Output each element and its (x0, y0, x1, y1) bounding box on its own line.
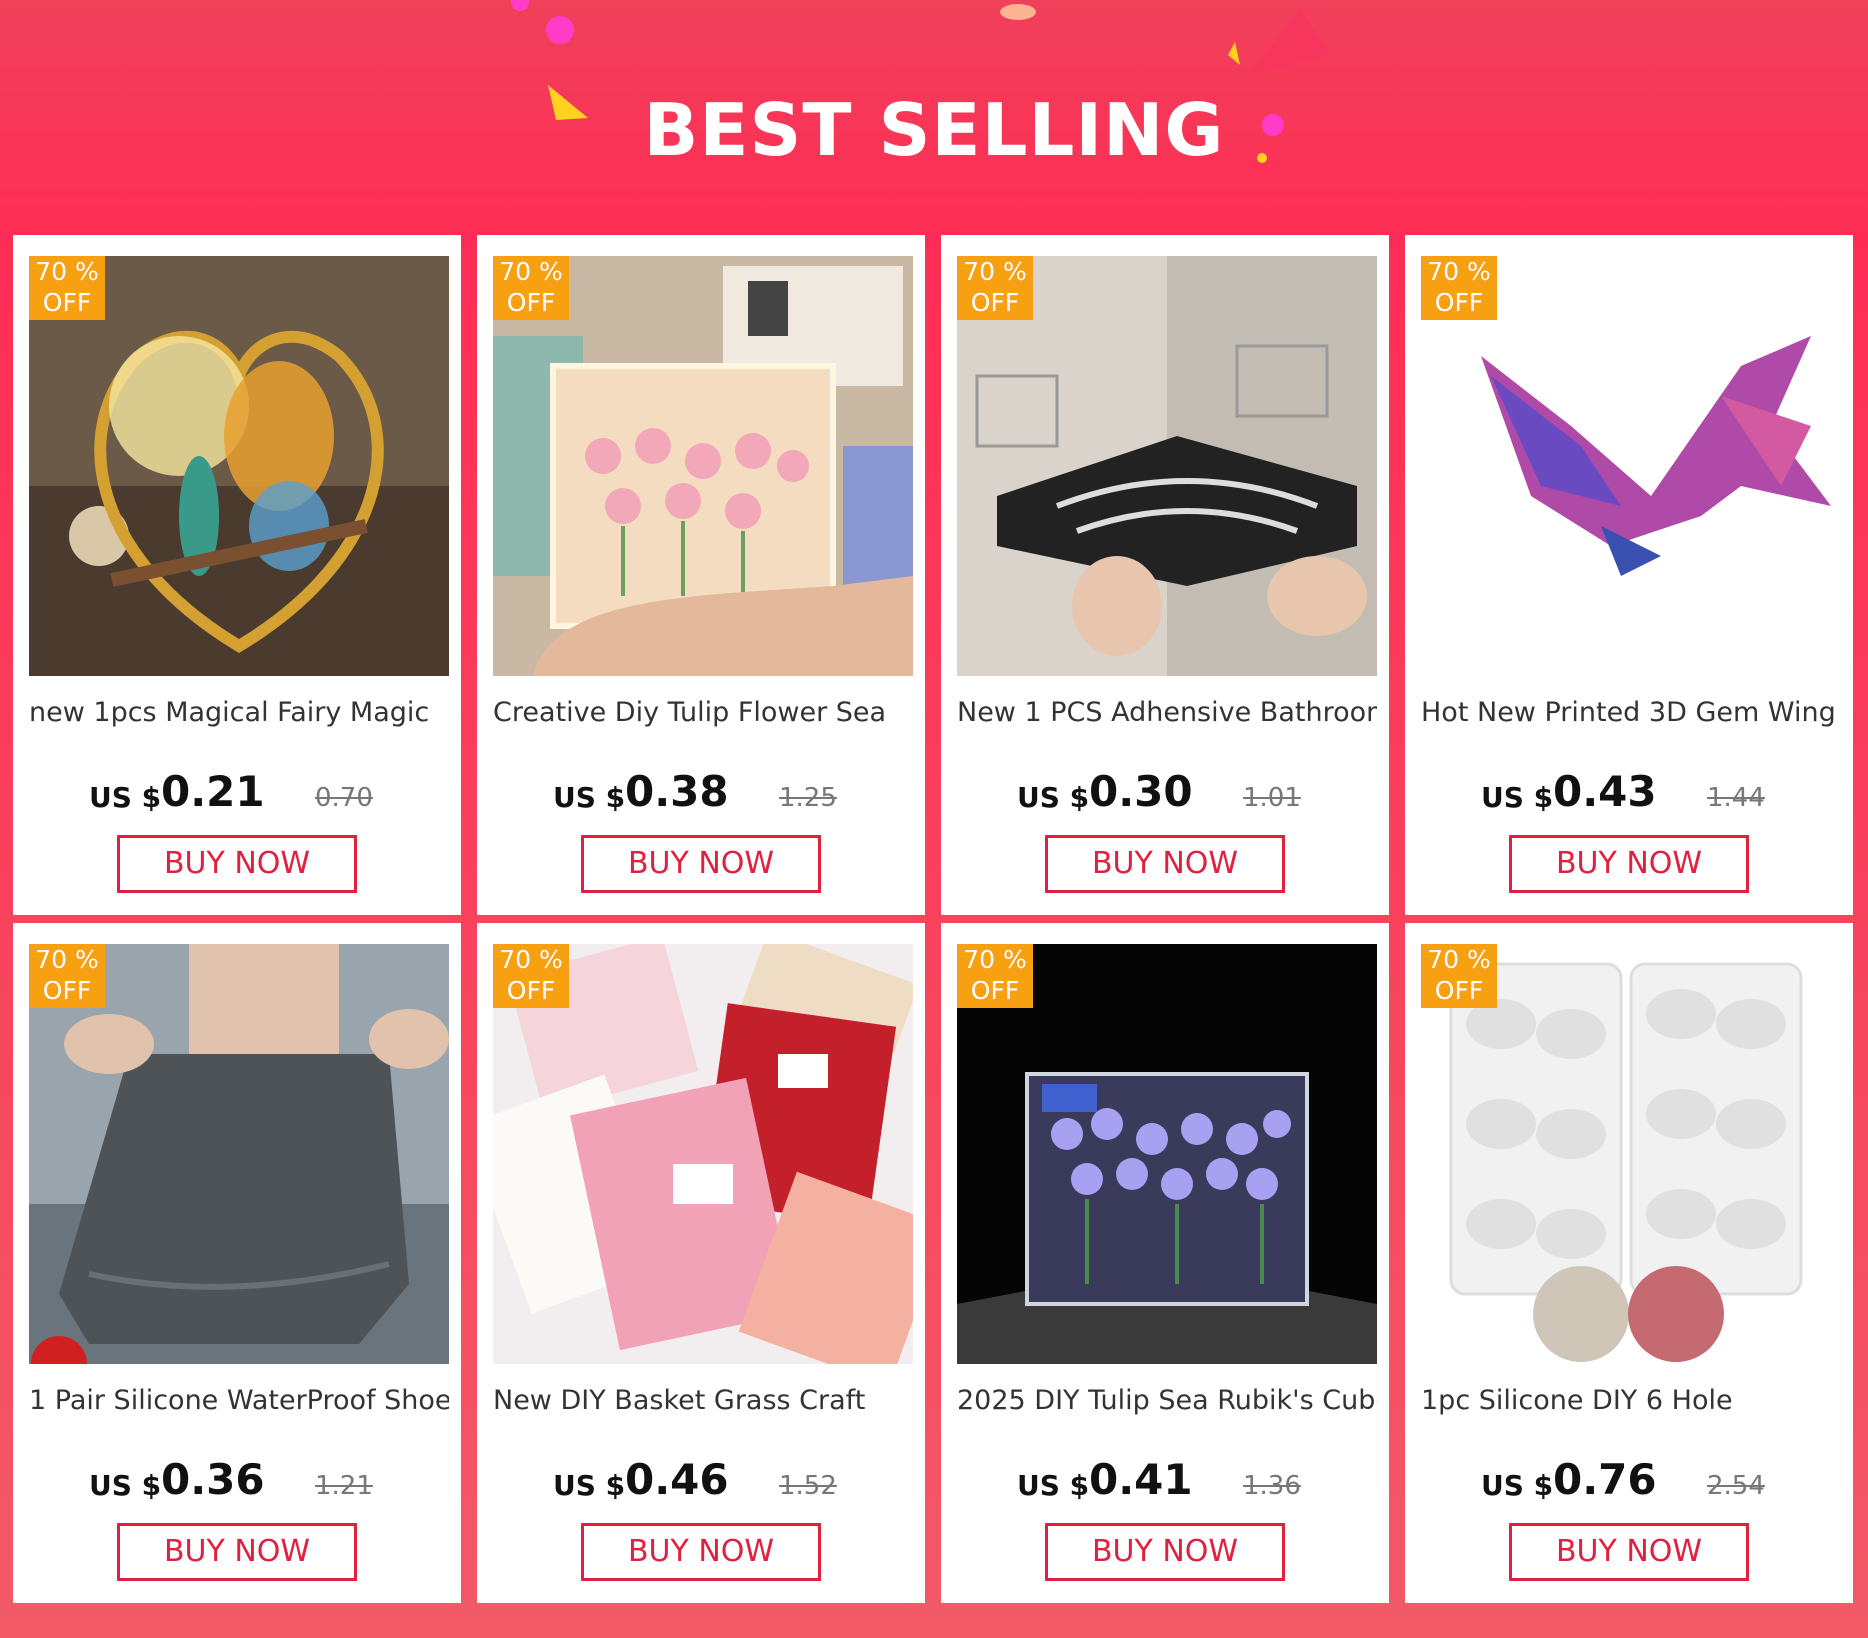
sale-price: 0.36 (161, 1455, 265, 1504)
currency-label: US $ (553, 781, 626, 814)
currency-label: US $ (1481, 1469, 1554, 1502)
discount-badge: 70 % OFF (1421, 256, 1497, 320)
price-row: US $ 0.30 1.01 (941, 767, 1389, 817)
currency-label: US $ (89, 1469, 162, 1502)
product-card[interactable]: 70 % OFF 1 Pair Silicone WaterProof Shoe … (13, 923, 461, 1603)
buy-now-button[interactable]: BUY NOW (581, 1523, 821, 1581)
product-title[interactable]: Creative Diy Tulip Flower Sea (493, 697, 913, 728)
buy-now-button[interactable]: BUY NOW (1509, 835, 1749, 893)
product-card[interactable]: 70 % OFF 1pc Silicone DIY 6 Hole US $ 0.7… (1405, 923, 1853, 1603)
buy-now-button[interactable]: BUY NOW (117, 1523, 357, 1581)
price-row: US $ 0.76 2.54 (1405, 1455, 1853, 1505)
original-price: 1.25 (779, 783, 837, 813)
currency-label: US $ (1017, 781, 1090, 814)
product-card[interactable]: 70 % OFF 2025 DIY Tulip Sea Rubik's Cube … (941, 923, 1389, 1603)
original-price: 2.54 (1707, 1471, 1765, 1501)
currency-label: US $ (1481, 781, 1554, 814)
best-selling-banner: BEST SELLING (0, 0, 1868, 235)
price-row: US $ 0.21 0.70 (13, 767, 461, 817)
sale-price: 0.76 (1553, 1455, 1657, 1504)
price-row: US $ 0.36 1.21 (13, 1455, 461, 1505)
product-card[interactable]: 70 % OFF Creative Diy Tulip Flower Sea US… (477, 235, 925, 915)
page-title: BEST SELLING (643, 88, 1225, 172)
discount-badge: 70 % OFF (29, 256, 105, 320)
original-price: 1.01 (1243, 783, 1301, 813)
original-price: 1.36 (1243, 1471, 1301, 1501)
currency-label: US $ (1017, 1469, 1090, 1502)
sale-price: 0.38 (625, 767, 729, 816)
sale-price: 0.30 (1089, 767, 1193, 816)
price-row: US $ 0.38 1.25 (477, 767, 925, 817)
product-card[interactable]: 70 % OFF New 1 PCS Adhensive Bathroom US … (941, 235, 1389, 915)
product-title[interactable]: new 1pcs Magical Fairy Magic (29, 697, 449, 728)
buy-now-button[interactable]: BUY NOW (1045, 835, 1285, 893)
discount-badge: 70 % OFF (493, 256, 569, 320)
original-price: 1.21 (315, 1471, 373, 1501)
currency-label: US $ (553, 1469, 626, 1502)
discount-badge: 70 % OFF (493, 944, 569, 1008)
sale-price: 0.43 (1553, 767, 1657, 816)
discount-badge: 70 % OFF (1421, 944, 1497, 1008)
original-price: 1.52 (779, 1471, 837, 1501)
product-title[interactable]: 1pc Silicone DIY 6 Hole (1421, 1385, 1841, 1416)
buy-now-button[interactable]: BUY NOW (117, 835, 357, 893)
product-grid: 70 % OFF new 1pcs Magical Fairy Magic US … (0, 235, 1868, 1638)
product-card[interactable]: 70 % OFF new 1pcs Magical Fairy Magic US … (13, 235, 461, 915)
product-title[interactable]: Hot New Printed 3D Gem Wing (1421, 697, 1841, 728)
original-price: 1.44 (1707, 783, 1765, 813)
original-price: 0.70 (315, 783, 373, 813)
product-card[interactable]: 70 % OFF New DIY Basket Grass Craft US $ … (477, 923, 925, 1603)
discount-badge: 70 % OFF (957, 256, 1033, 320)
currency-label: US $ (89, 781, 162, 814)
price-row: US $ 0.46 1.52 (477, 1455, 925, 1505)
product-title[interactable]: 2025 DIY Tulip Sea Rubik's Cube (957, 1385, 1377, 1416)
buy-now-button[interactable]: BUY NOW (1509, 1523, 1749, 1581)
price-row: US $ 0.41 1.36 (941, 1455, 1389, 1505)
product-title[interactable]: New DIY Basket Grass Craft (493, 1385, 913, 1416)
price-row: US $ 0.43 1.44 (1405, 767, 1853, 817)
sale-price: 0.41 (1089, 1455, 1193, 1504)
discount-badge: 70 % OFF (957, 944, 1033, 1008)
sale-price: 0.21 (161, 767, 265, 816)
product-title[interactable]: 1 Pair Silicone WaterProof Shoe (29, 1385, 449, 1416)
discount-badge: 70 % OFF (29, 944, 105, 1008)
buy-now-button[interactable]: BUY NOW (581, 835, 821, 893)
product-card[interactable]: 70 % OFF Hot New Printed 3D Gem Wing US $… (1405, 235, 1853, 915)
product-title[interactable]: New 1 PCS Adhensive Bathroom (957, 697, 1377, 728)
sale-price: 0.46 (625, 1455, 729, 1504)
buy-now-button[interactable]: BUY NOW (1045, 1523, 1285, 1581)
